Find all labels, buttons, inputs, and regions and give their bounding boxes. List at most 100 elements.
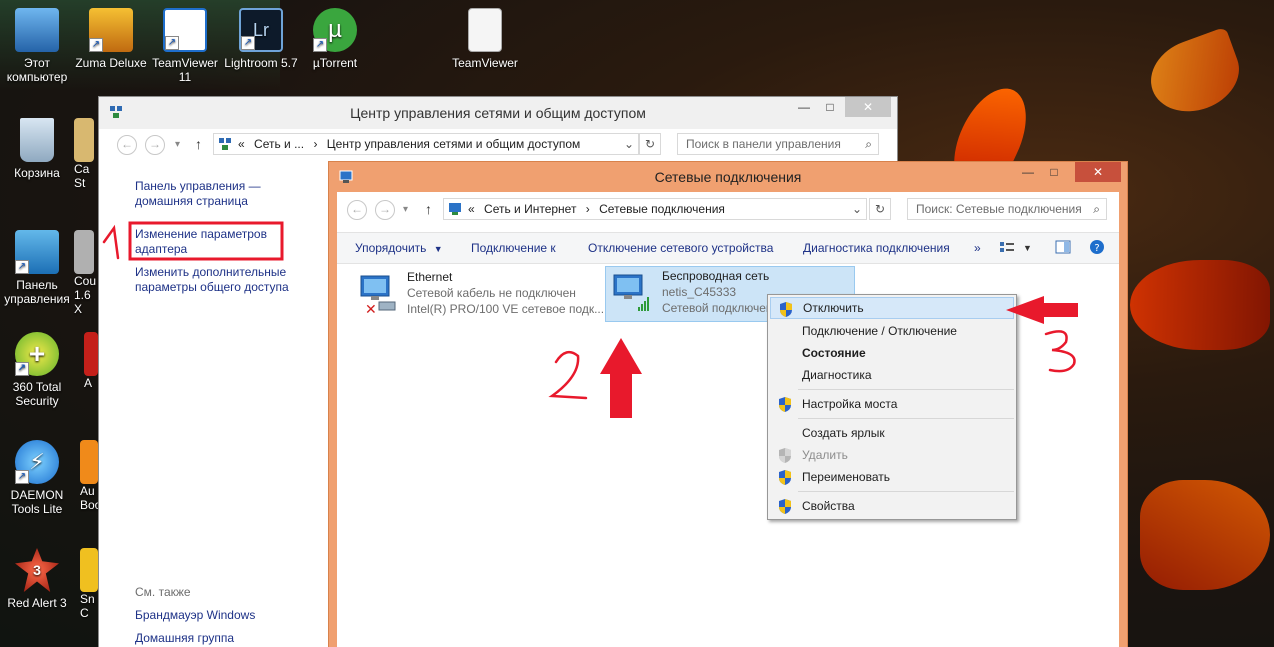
menu-item-label: Диагностика	[802, 368, 872, 382]
breadcrumb-separator: ›	[313, 137, 318, 151]
link-advanced-sharing-settings[interactable]: Изменить дополнительные параметры общего…	[135, 265, 305, 295]
shortcut-arrow-icon: ↗	[241, 36, 255, 50]
recent-pages-chevron-icon[interactable]: ▾	[175, 139, 180, 150]
desktop-icon-teamviewer11[interactable]: ↗ TeamViewer 11	[148, 8, 222, 84]
diagnose-connection-button[interactable]: Диагностика подключения	[803, 241, 950, 255]
preview-pane-icon[interactable]	[1055, 239, 1071, 255]
desktop-icon-partial[interactable]: Cou 1.6 X	[74, 230, 98, 316]
address-bar[interactable]: « Сеть и Интернет › Сетевые подключения …	[443, 198, 867, 220]
menu-item-properties[interactable]: Свойства	[770, 495, 1014, 517]
up-button[interactable]: ↑	[195, 136, 202, 152]
desktop-icon-teamviewer[interactable]: TeamViewer	[448, 8, 522, 70]
maximize-button[interactable]: □	[1041, 162, 1067, 182]
address-dropdown-icon[interactable]: ⌄	[624, 134, 634, 154]
menu-item-label: Переименовать	[802, 470, 890, 484]
refresh-button[interactable]: ↻	[869, 198, 891, 220]
minimize-button[interactable]: —	[1015, 162, 1041, 182]
menu-separator	[798, 418, 1014, 419]
desktop-icon-red-alert-3[interactable]: 3 Red Alert 3	[0, 548, 74, 610]
desktop-icon-zuma[interactable]: ↗ Zuma Deluxe	[74, 8, 148, 70]
computer-icon	[15, 8, 59, 52]
menu-item-label: Свойства	[802, 499, 855, 513]
see-also-heading: См. также	[135, 585, 191, 599]
window-titlebar[interactable]: Центр управления сетями и общим доступом…	[99, 97, 897, 129]
zuma-icon: ↗	[89, 8, 133, 52]
menu-item-bridge[interactable]: Настройка моста	[770, 393, 1014, 415]
desktop-icon-partial[interactable]: A	[84, 332, 98, 390]
app-icon	[80, 440, 98, 484]
maximize-button[interactable]: □	[817, 97, 843, 117]
control-panel-icon: ↗	[15, 230, 59, 274]
search-input[interactable]: Поиск: Сетевые подключения ⌕	[907, 198, 1107, 220]
search-placeholder: Поиск: Сетевые подключения	[916, 202, 1082, 216]
breadcrumb-item[interactable]: Центр управления сетями и общим доступом	[327, 137, 581, 151]
back-button[interactable]: ←	[347, 200, 367, 220]
desktop-icon-daemon-tools[interactable]: ⚡ ↗ DAEMON Tools Lite	[0, 440, 74, 516]
search-icon[interactable]: ⌕	[1093, 199, 1100, 219]
desktop-icon-partial[interactable]: Ca St	[74, 118, 98, 190]
back-button[interactable]: ←	[117, 135, 137, 155]
lightroom-icon: Lr ↗	[239, 8, 283, 52]
forward-button[interactable]: →	[375, 200, 395, 220]
close-button[interactable]: ✕	[845, 97, 891, 117]
menu-item-disable[interactable]: Отключить	[770, 297, 1014, 319]
window-title: Сетевые подключения	[654, 169, 802, 185]
shortcut-arrow-icon: ↗	[89, 38, 103, 52]
disable-device-button[interactable]: Отключение сетевого устройства	[588, 241, 773, 255]
window-titlebar[interactable]: Сетевые подключения — □ ✕	[329, 162, 1127, 192]
desktop-icon-recycle-bin[interactable]: Корзина	[0, 118, 74, 180]
network-icon	[219, 138, 231, 150]
desktop-icon-360-security[interactable]: + ↗ 360 Total Security	[0, 332, 74, 408]
menu-item-label: Удалить	[802, 448, 848, 462]
more-commands-button[interactable]: »	[974, 241, 981, 255]
minimize-button[interactable]: —	[791, 97, 817, 117]
link-windows-firewall[interactable]: Брандмауэр Windows	[135, 608, 255, 623]
breadcrumb-item[interactable]: Сетевые подключения	[599, 202, 725, 216]
forward-button[interactable]: →	[145, 135, 165, 155]
breadcrumb-item[interactable]: Сеть и ...	[254, 137, 304, 151]
up-button[interactable]: ↑	[425, 201, 432, 217]
desktop-icon-partial[interactable]: Sn C	[80, 548, 98, 620]
teamviewer-icon: ↗	[163, 8, 207, 52]
desktop-icon-label: Au Boo	[80, 484, 98, 512]
shortcut-arrow-icon: ↗	[313, 38, 327, 52]
recent-pages-chevron-icon[interactable]: ▾	[403, 204, 408, 215]
menu-item-diagnose[interactable]: Диагностика	[770, 364, 1014, 386]
shortcut-arrow-icon: ↗	[15, 260, 29, 274]
help-icon[interactable]: ?	[1089, 239, 1105, 255]
address-bar[interactable]: « Сеть и ... › Центр управления сетями и…	[213, 133, 639, 155]
menu-item-create-shortcut[interactable]: Создать ярлык	[770, 422, 1014, 444]
menu-item-rename[interactable]: Переименовать	[770, 466, 1014, 488]
organize-button[interactable]: Упорядочить ▼	[355, 241, 443, 255]
wallpaper-petal	[1140, 480, 1270, 590]
link-control-panel-home[interactable]: Панель управления — домашняя страница	[135, 179, 275, 209]
breadcrumb-item[interactable]: Сеть и Интернет	[484, 202, 576, 216]
connect-to-button[interactable]: Подключение к	[471, 241, 556, 255]
desktop-icon-label: Ca St	[74, 162, 90, 190]
close-button[interactable]: ✕	[1075, 162, 1121, 182]
link-change-adapter-settings[interactable]: Изменение параметров адаптера	[135, 227, 275, 257]
menu-item-connect-disconnect[interactable]: Подключение / Отключение	[770, 320, 1014, 342]
desktop-icon-this-pc[interactable]: Этот компьютер	[0, 8, 74, 84]
desktop-icon-lightroom[interactable]: Lr ↗ Lightroom 5.7	[224, 8, 298, 70]
svg-text:?: ?	[1094, 243, 1099, 254]
search-icon[interactable]: ⌕	[865, 134, 872, 154]
desktop-icon-partial[interactable]: Au Boo	[80, 440, 98, 512]
desktop-icon-label: DAEMON Tools Lite	[10, 488, 64, 516]
desktop-icon-label: TeamViewer 11	[152, 56, 218, 84]
address-dropdown-icon[interactable]: ⌄	[852, 199, 862, 219]
refresh-button[interactable]: ↻	[639, 133, 661, 155]
view-options-icon[interactable]	[999, 239, 1015, 255]
menu-item-label: Подключение / Отключение	[802, 324, 957, 338]
menu-separator	[798, 389, 1014, 390]
desktop-icon-label: Cou 1.6 X	[74, 274, 97, 316]
search-input[interactable]: Поиск в панели управления ⌕	[677, 133, 879, 155]
link-homegroup[interactable]: Домашняя группа	[135, 631, 234, 646]
adapter-ethernet[interactable]: ✕ Ethernet Сетевой кабель не подключен I…	[351, 268, 604, 324]
view-options-dropdown-icon[interactable]: ▼	[1023, 243, 1032, 253]
menu-item-status[interactable]: Состояние	[770, 342, 1014, 364]
desktop-icon-utorrent[interactable]: µ ↗ µTorrent	[298, 8, 372, 70]
breadcrumb-overflow[interactable]: «	[468, 202, 475, 216]
desktop-icon-control-panel[interactable]: ↗ Панель управления	[0, 230, 74, 306]
breadcrumb-overflow[interactable]: «	[238, 137, 245, 151]
